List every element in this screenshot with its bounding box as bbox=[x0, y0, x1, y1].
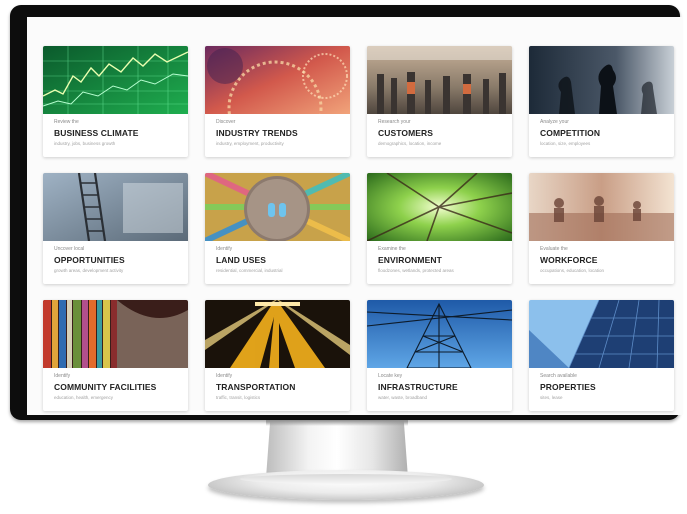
card-customers[interactable]: Research your CUSTOMERS demographics, lo… bbox=[367, 46, 512, 157]
card-subtitle: occupations, education, location bbox=[540, 268, 605, 273]
card-subtitle: education, health, emergency bbox=[54, 395, 114, 400]
card-title: TRANSPORTATION bbox=[216, 382, 296, 392]
card-subtitle: location, size, employees bbox=[540, 141, 591, 146]
card-kicker: Discover bbox=[216, 119, 236, 125]
monitor-bezel: Review the BUSINESS CLIMATE industry, jo… bbox=[10, 5, 683, 420]
card-environment[interactable]: Examine the ENVIRONMENT floodzones, wetl… bbox=[367, 173, 512, 284]
card-subtitle: floodzones, wetlands, protected areas bbox=[378, 268, 454, 273]
competition-image bbox=[529, 46, 674, 114]
card-title: OPPORTUNITIES bbox=[54, 255, 125, 265]
monitor-stand-shadow bbox=[266, 420, 408, 426]
community-facilities-image bbox=[43, 300, 188, 368]
card-kicker: Evaluate the bbox=[540, 246, 568, 252]
card-subtitle: industry, employment, productivity bbox=[216, 141, 284, 146]
card-subtitle: water, waste, broadband bbox=[378, 395, 428, 400]
land-uses-image bbox=[205, 173, 350, 241]
properties-image bbox=[529, 300, 674, 368]
card-kicker: Search available bbox=[540, 373, 577, 379]
card-land-uses[interactable]: Identify LAND USES residential, commerci… bbox=[205, 173, 350, 284]
card-kicker: Examine the bbox=[378, 246, 406, 252]
card-title: INDUSTRY TRENDS bbox=[216, 128, 298, 138]
card-kicker: Review the bbox=[54, 119, 79, 125]
monitor-stand-base-top bbox=[240, 474, 452, 484]
environment-image bbox=[367, 173, 512, 241]
card-subtitle: residential, commercial, industrial bbox=[216, 268, 283, 273]
card-kicker: Locate key bbox=[378, 373, 403, 379]
card-title: COMPETITION bbox=[540, 128, 601, 138]
card-title: CUSTOMERS bbox=[378, 128, 434, 138]
card-title: PROPERTIES bbox=[540, 382, 596, 392]
card-subtitle: growth areas, development activity bbox=[54, 268, 124, 273]
card-community-facilities[interactable]: Identify COMMUNITY FACILITIES education,… bbox=[43, 300, 188, 411]
card-kicker: Identify bbox=[54, 373, 71, 379]
topic-card-grid: Review the BUSINESS CLIMATE industry, jo… bbox=[43, 46, 675, 415]
card-subtitle: demographics, location, income bbox=[378, 141, 442, 146]
card-workforce[interactable]: Evaluate the WORKFORCE occupations, educ… bbox=[529, 173, 674, 284]
card-kicker: Identify bbox=[216, 246, 233, 252]
customers-image bbox=[367, 46, 512, 114]
card-subtitle: industry, jobs, business growth bbox=[54, 141, 116, 146]
card-kicker: Analyze your bbox=[540, 119, 569, 125]
card-kicker: Identify bbox=[216, 373, 233, 379]
card-opportunities[interactable]: Uncover local OPPORTUNITIES growth areas… bbox=[43, 173, 188, 284]
card-title: ENVIRONMENT bbox=[378, 255, 442, 265]
card-transportation[interactable]: Identify TRANSPORTATION traffic, transit… bbox=[205, 300, 350, 411]
card-title: BUSINESS CLIMATE bbox=[54, 128, 139, 138]
card-kicker: Uncover local bbox=[54, 246, 85, 252]
card-subtitle: traffic, transit, logistics bbox=[216, 395, 261, 400]
card-title: LAND USES bbox=[216, 255, 267, 265]
workforce-image bbox=[529, 173, 674, 241]
card-competition[interactable]: Analyze your COMPETITION location, size,… bbox=[529, 46, 674, 157]
card-kicker: Research your bbox=[378, 119, 411, 125]
card-title: COMMUNITY FACILITIES bbox=[54, 382, 157, 392]
business-climate-image bbox=[43, 46, 188, 114]
card-business-climate[interactable]: Review the BUSINESS CLIMATE industry, jo… bbox=[43, 46, 188, 157]
monitor-screen: Review the BUSINESS CLIMATE industry, jo… bbox=[27, 17, 683, 415]
infrastructure-image bbox=[367, 300, 512, 368]
card-infrastructure[interactable]: Locate key INFRASTRUCTURE water, waste, … bbox=[367, 300, 512, 411]
transportation-image bbox=[205, 300, 350, 368]
card-industry-trends[interactable]: Discover INDUSTRY TRENDS industry, emplo… bbox=[205, 46, 350, 157]
card-subtitle: sites, lease bbox=[540, 395, 563, 400]
card-title: INFRASTRUCTURE bbox=[378, 382, 458, 392]
card-properties[interactable]: Search available PROPERTIES sites, lease bbox=[529, 300, 674, 411]
card-title: WORKFORCE bbox=[540, 255, 598, 265]
opportunities-image bbox=[43, 173, 188, 241]
industry-trends-image bbox=[205, 46, 350, 114]
